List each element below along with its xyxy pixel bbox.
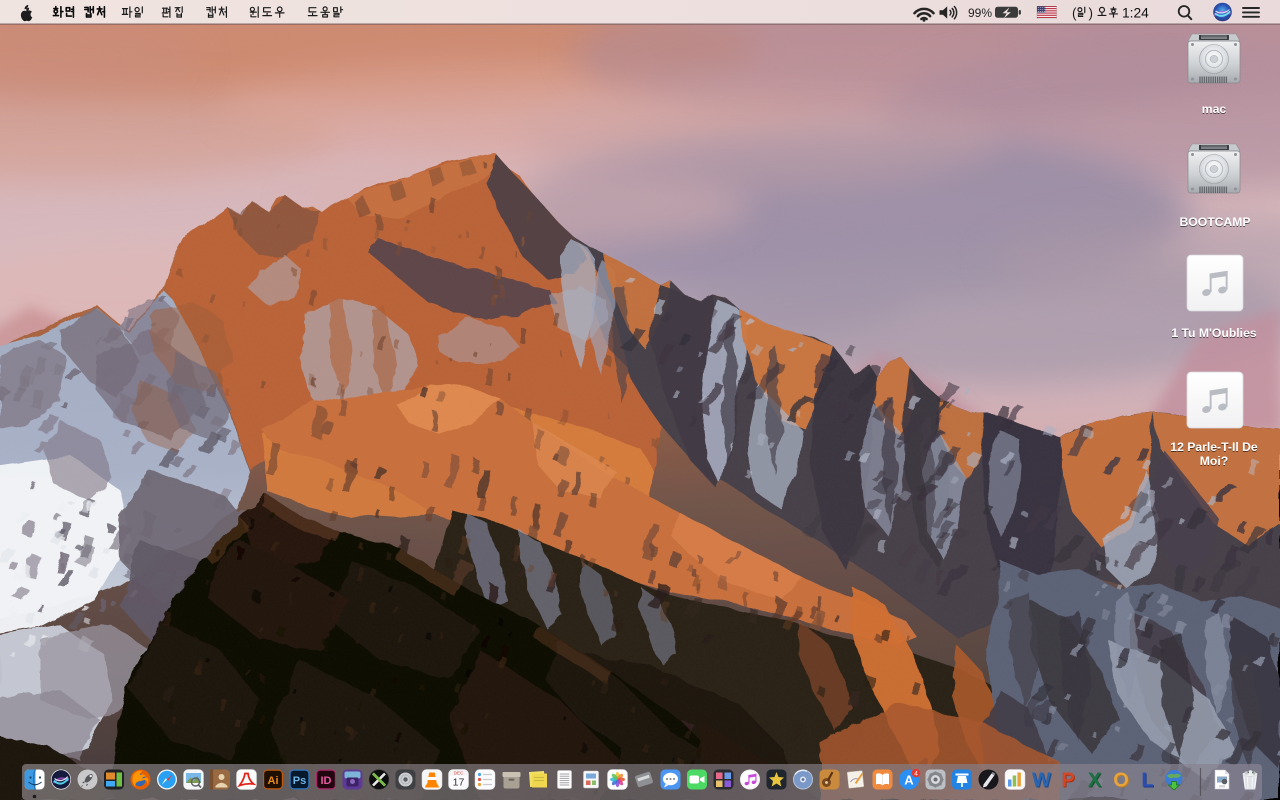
svg-text:4: 4 [914, 770, 918, 777]
svg-text:DEC: DEC [454, 770, 464, 775]
svg-text:X: X [1088, 770, 1102, 792]
svg-text:P: P [1061, 770, 1074, 792]
svg-text:W: W [1032, 770, 1051, 792]
svg-text:ID: ID [321, 775, 332, 787]
svg-text:Ps: Ps [293, 775, 306, 787]
svg-text:O: O [1113, 770, 1129, 792]
svg-text:Ai: Ai [268, 775, 279, 787]
svg-text:17: 17 [453, 777, 465, 789]
svg-text:L: L [1141, 770, 1153, 792]
